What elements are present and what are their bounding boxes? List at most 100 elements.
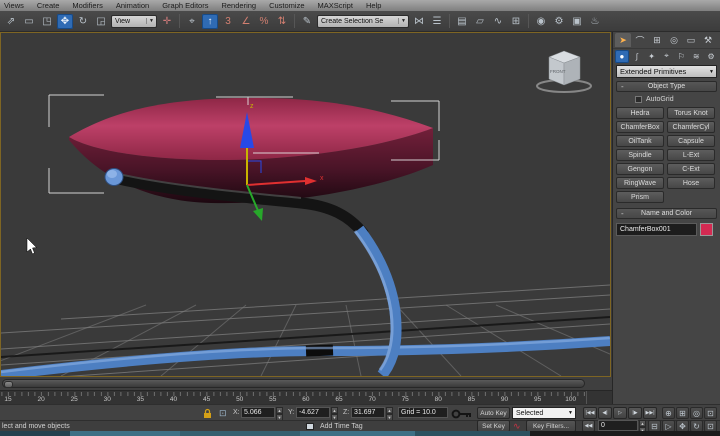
current-frame-field[interactable]: 0 [598,420,638,431]
object-type-prism[interactable]: Prism [616,191,664,203]
rendered-frame-icon[interactable]: ▣ [569,14,585,29]
object-type-oiltank[interactable]: OilTank [616,135,664,147]
align-icon[interactable]: ☰ [429,14,445,29]
object-type-hedra[interactable]: Hedra [616,107,664,119]
menu-create[interactable]: Create [37,1,60,10]
tab-modify[interactable]: ⌒ [632,33,648,47]
layer-manager-icon[interactable]: ▤ [454,14,470,29]
go-to-start-button[interactable]: |◀◀ [583,407,597,419]
y-coord-field[interactable]: -4.627 [296,407,330,418]
object-type-ringwave[interactable]: RingWave [616,177,664,189]
curve-editor-icon[interactable]: ∿ [490,14,506,29]
material-editor-icon[interactable]: ◉ [533,14,549,29]
next-frame-button[interactable]: |▶ [628,407,642,419]
object-type-spindle[interactable]: Spindle [616,149,664,161]
z-spinner[interactable]: ▲▼ [386,407,393,418]
object-type-c-ext[interactable]: C-Ext [667,163,715,175]
category-systems[interactable]: ⚙ [704,50,718,63]
object-type-capsule[interactable]: Capsule [667,135,715,147]
category-shapes[interactable]: ∫ [630,50,644,63]
select-and-link-icon[interactable]: ⇗ [3,14,19,29]
zoom-icon[interactable]: ⊕ [662,407,675,419]
schematic-view-icon[interactable]: ⊞ [508,14,524,29]
zoom-extents-icon[interactable]: ◎ [690,407,703,419]
reference-coordinate-dropdown-label: View [115,18,143,25]
spinner-snap-icon[interactable]: ⇅ [274,14,290,29]
tab-hierarchy[interactable]: ⊞ [649,33,665,47]
zoom-all-icon[interactable]: ⊞ [676,407,689,419]
menu-graph-editors[interactable]: Graph Editors [162,1,208,10]
menu-maxscript[interactable]: MAXScript [318,1,353,10]
go-to-end-button[interactable]: ▶▶| [643,407,657,419]
category-geometry[interactable]: ● [615,50,629,63]
name-color-rollout-header[interactable]: - Name and Color [616,208,717,219]
rectangular-selection-icon[interactable]: ▭ [21,14,37,29]
lock-icon[interactable] [202,408,213,419]
object-type-hose[interactable]: Hose [667,177,715,189]
previous-frame-button[interactable]: ◀| [598,407,612,419]
zoom-extents-all-icon[interactable]: ⊡ [704,407,717,419]
perspective-viewport[interactable]: z x FRONT [0,32,611,377]
render-setup-icon[interactable]: ⚙ [551,14,567,29]
add-time-tag-label[interactable]: Add Time Tag [320,423,363,430]
category-lights[interactable]: ✦ [645,50,659,63]
object-type-rollout-header[interactable]: - Object Type [616,81,717,92]
select-and-rotate-icon[interactable]: ↻ [75,14,91,29]
object-type-gengon[interactable]: Gengon [616,163,664,175]
create-categories: ●∫✦⌖⚐≋⚙ [613,48,720,63]
menu-help[interactable]: Help [366,1,381,10]
menu-modifiers[interactable]: Modifiers [72,1,102,10]
window-crossing-icon[interactable]: ◳ [39,14,55,29]
tab-motion[interactable]: ◎ [666,33,682,47]
selection-set-dropdown[interactable]: Selected ▼ [512,407,576,419]
z-coord-label: Z: [343,409,349,416]
select-and-manipulate-icon[interactable]: ✛ [159,14,175,29]
autogrid-checkbox[interactable] [635,96,642,103]
hose-ground-tube[interactable] [1,338,610,375]
x-spinner[interactable]: ▲▼ [276,407,283,418]
select-and-scale-icon[interactable]: ◲ [93,14,109,29]
named-selection-sets-icon[interactable]: ✎ [299,14,315,29]
subcategory-dropdown[interactable]: Extended Primitives ▼ [616,65,717,78]
object-color-swatch[interactable] [700,223,713,236]
tab-create[interactable]: ➤ [615,33,631,47]
play-button[interactable]: ▷ [613,407,627,419]
snap-3d-icon[interactable]: 3 [220,14,236,29]
tab-utilities[interactable]: ⚒ [700,33,716,47]
x-coord-field[interactable]: 5.066 [241,407,275,418]
category-cameras[interactable]: ⌖ [660,50,674,63]
tab-display[interactable]: ▭ [683,33,699,47]
angle-snap-icon[interactable]: ∠ [238,14,254,29]
menu-animation[interactable]: Animation [116,1,149,10]
menu-customize[interactable]: Customize [269,1,304,10]
object-name-field[interactable]: ChamferBox001 [616,223,697,236]
time-slider-handle[interactable] [4,381,13,388]
reference-coordinate-dropdown[interactable]: View▼ [111,15,157,28]
view-cube[interactable]: FRONT [537,51,591,92]
scene-explorer-icon[interactable]: ▱ [472,14,488,29]
render-production-icon[interactable]: ♨ [587,14,603,29]
category-helpers[interactable]: ⚐ [674,50,688,63]
frame-spinner[interactable]: ▲▼ [639,420,646,431]
time-slider-track[interactable] [2,379,585,388]
object-type-chamfercyl[interactable]: ChamferCyl [667,121,715,133]
keyboard-override-icon[interactable]: ⌖ [184,14,200,29]
timeline-ruler[interactable]: 1520253035404550556065707580859095100 [0,390,612,404]
named-selection-dropdown[interactable]: Create Selection Se▼ [317,15,409,28]
select-and-move-icon[interactable]: ✥ [57,14,73,29]
snaps-toggle-icon[interactable]: ↑ [202,14,218,29]
z-coord-field[interactable]: 31.697 [351,407,385,418]
chamferbox-object[interactable] [69,98,433,203]
mirror-icon[interactable]: ⋈ [411,14,427,29]
percent-snap-icon[interactable]: % [256,14,272,29]
y-spinner[interactable]: ▲▼ [331,407,338,418]
auto-key-button[interactable]: Auto Key [477,407,510,419]
menu-rendering[interactable]: Rendering [221,1,256,10]
object-type-l-ext[interactable]: L-Ext [667,149,715,161]
object-type-torus-knot[interactable]: Torus Knot [667,107,715,119]
category-spacewarps[interactable]: ≋ [689,50,703,63]
menu-views[interactable]: Views [4,1,24,10]
absolute-mode-icon[interactable]: ⊡ [219,408,227,419]
time-tag-cube-icon[interactable] [306,423,314,430]
object-type-chamferbox[interactable]: ChamferBox [616,121,664,133]
